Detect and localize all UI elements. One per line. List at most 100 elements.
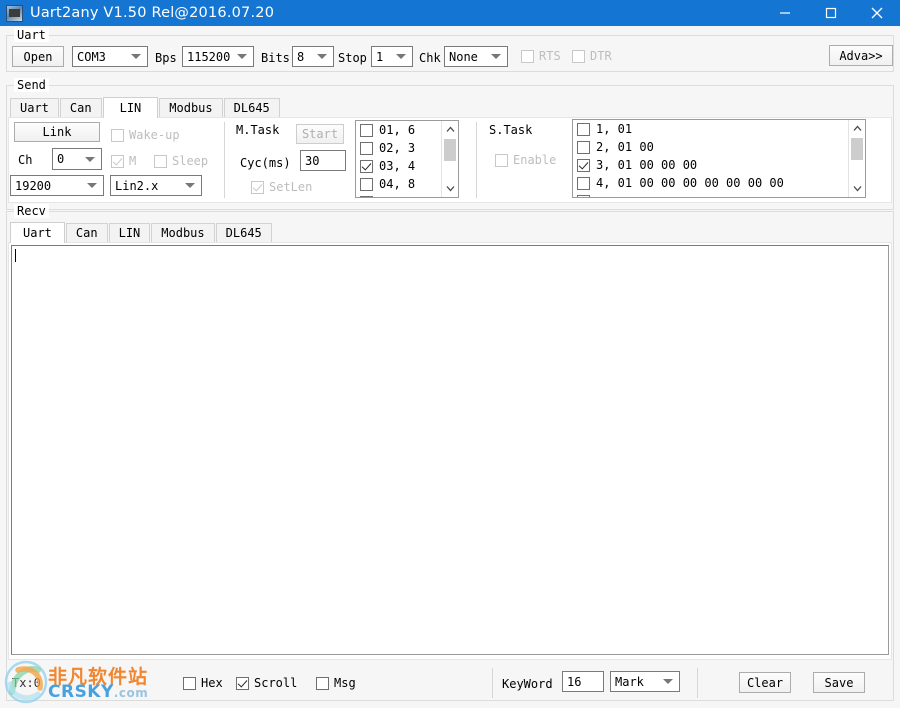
setlen-checkbox[interactable]: SetLen <box>251 180 312 194</box>
mtask-label: M.Task <box>236 123 280 137</box>
stask-list-item-partial[interactable] <box>573 192 865 197</box>
m-checkbox[interactable]: M <box>111 154 136 168</box>
mtask-item-checkbox[interactable] <box>360 141 373 155</box>
mtask-divider <box>224 122 225 198</box>
lin-version-select[interactable]: Lin2.x <box>110 175 202 196</box>
chevron-down-icon <box>131 54 141 59</box>
recv-tab-modbus[interactable]: Modbus <box>151 223 215 242</box>
mtask-scroll-thumb[interactable] <box>444 139 456 161</box>
ch-select[interactable]: 0 <box>52 148 102 170</box>
send-tab-lin[interactable]: LIN <box>102 97 159 118</box>
stask-list-item[interactable]: 1, 01 <box>573 120 865 138</box>
stask-item-checkbox[interactable] <box>577 158 590 172</box>
bottom-divider-right <box>697 668 698 698</box>
bps-select[interactable]: 115200 <box>182 46 254 67</box>
send-tab-dl645[interactable]: DL645 <box>223 98 280 117</box>
dtr-checkbox-box <box>572 49 585 63</box>
close-button[interactable] <box>854 0 900 26</box>
send-tab-uart[interactable]: Uart <box>10 98 59 117</box>
m-checkbox-box <box>111 154 124 168</box>
stop-label: Stop <box>338 51 367 65</box>
send-tab-dl645-label: DL645 <box>233 101 270 115</box>
wakeup-checkbox-box <box>111 128 124 142</box>
send-group-title: Send <box>14 78 49 92</box>
stask-list-item[interactable]: 2, 01 00 <box>573 138 865 156</box>
advanced-button[interactable]: Adva>> <box>829 45 893 66</box>
chevron-down-icon <box>237 54 247 59</box>
uart-group-title: Uart <box>14 28 49 42</box>
chk-select[interactable]: None <box>444 46 508 67</box>
send-tab-can-label: Can <box>69 101 92 115</box>
port-select[interactable]: COM3 <box>72 46 148 67</box>
clear-button[interactable]: Clear <box>739 672 791 693</box>
wakeup-checkbox[interactable]: Wake-up <box>111 128 180 142</box>
stask-list-item[interactable]: 4, 01 00 00 00 00 00 00 00 <box>573 174 865 192</box>
scroll-up-icon[interactable] <box>849 120 865 137</box>
msg-checkbox-box <box>316 676 329 690</box>
keyword-input[interactable]: 16 <box>562 671 604 692</box>
scroll-down-icon[interactable] <box>849 180 865 197</box>
recv-tab-can[interactable]: Can <box>65 223 108 242</box>
recv-text-area[interactable] <box>11 245 889 655</box>
mtask-list-scrollbar[interactable] <box>441 121 458 197</box>
open-button[interactable]: Open <box>12 46 64 67</box>
mark-select[interactable]: Mark <box>610 671 680 692</box>
scroll-up-icon[interactable] <box>442 121 458 138</box>
sleep-checkbox[interactable]: Sleep <box>154 154 208 168</box>
send-tab-modbus[interactable]: Modbus <box>159 98 223 117</box>
cyc-label: Cyc(ms) <box>240 156 291 170</box>
dtr-checkbox[interactable]: DTR <box>572 49 612 63</box>
sleep-checkbox-box <box>154 154 167 168</box>
stop-select[interactable]: 1 <box>371 46 413 67</box>
stask-item-label: 4, 01 00 00 00 00 00 00 00 <box>596 176 784 190</box>
mtask-item-checkbox[interactable] <box>360 159 373 173</box>
recv-tab-dl645[interactable]: DL645 <box>215 223 272 242</box>
app-icon <box>6 4 23 22</box>
lin-baud-value: 19200 <box>15 178 52 193</box>
hex-label: Hex <box>201 676 223 690</box>
chevron-down-icon <box>491 54 501 59</box>
stask-item-checkbox[interactable] <box>577 122 590 136</box>
setlen-checkbox-box <box>251 180 264 194</box>
cyc-input[interactable]: 30 <box>300 150 346 171</box>
mtask-item-checkbox[interactable] <box>360 195 373 197</box>
mtask-item-label: 02, 3 <box>379 141 416 155</box>
stask-item-checkbox[interactable] <box>577 194 590 197</box>
recv-tabstrip: Uart Can LIN Modbus DL645 <box>10 221 273 243</box>
maximize-button[interactable] <box>808 0 854 26</box>
stask-enable-checkbox[interactable]: Enable <box>495 153 556 167</box>
hex-checkbox[interactable]: Hex <box>183 676 223 690</box>
chk-value: None <box>449 49 478 64</box>
mtask-item-checkbox[interactable] <box>360 123 373 137</box>
chevron-down-icon <box>87 183 97 188</box>
stop-value: 1 <box>376 49 384 64</box>
lin-baud-select[interactable]: 19200 <box>10 175 104 196</box>
rts-checkbox[interactable]: RTS <box>521 49 561 63</box>
mtask-item-checkbox[interactable] <box>360 177 373 191</box>
recv-tab-lin[interactable]: LIN <box>108 223 151 242</box>
minimize-button[interactable] <box>762 0 808 26</box>
chevron-down-icon <box>85 156 95 162</box>
bps-label: Bps <box>155 51 177 65</box>
recv-tab-dl645-label: DL645 <box>225 226 262 240</box>
stask-scroll-thumb[interactable] <box>851 138 863 160</box>
stask-item-checkbox[interactable] <box>577 140 590 154</box>
send-tab-can[interactable]: Can <box>59 98 102 117</box>
chevron-down-icon <box>317 54 327 59</box>
bits-select[interactable]: 8 <box>292 46 334 67</box>
scroll-down-icon[interactable] <box>442 180 458 197</box>
mtask-start-button[interactable]: Start <box>296 124 344 144</box>
msg-checkbox[interactable]: Msg <box>316 676 356 690</box>
recv-tab-uart[interactable]: Uart <box>10 222 65 243</box>
stask-list[interactable]: 1, 01 2, 01 00 3, 01 00 00 00 4, 01 00 0… <box>572 119 866 198</box>
recv-tab-uart-label: Uart <box>23 226 52 240</box>
stask-list-item[interactable]: 3, 01 00 00 00 <box>573 156 865 174</box>
window-controls <box>762 0 900 26</box>
stask-item-checkbox[interactable] <box>577 176 590 190</box>
bits-label: Bits <box>261 51 290 65</box>
mtask-list[interactable]: 01, 6 02, 3 03, 4 04, 8 <box>355 120 459 198</box>
link-button[interactable]: Link <box>14 122 100 142</box>
save-button[interactable]: Save <box>813 672 865 693</box>
scroll-checkbox[interactable]: Scroll <box>236 676 297 690</box>
stask-list-scrollbar[interactable] <box>848 120 865 197</box>
